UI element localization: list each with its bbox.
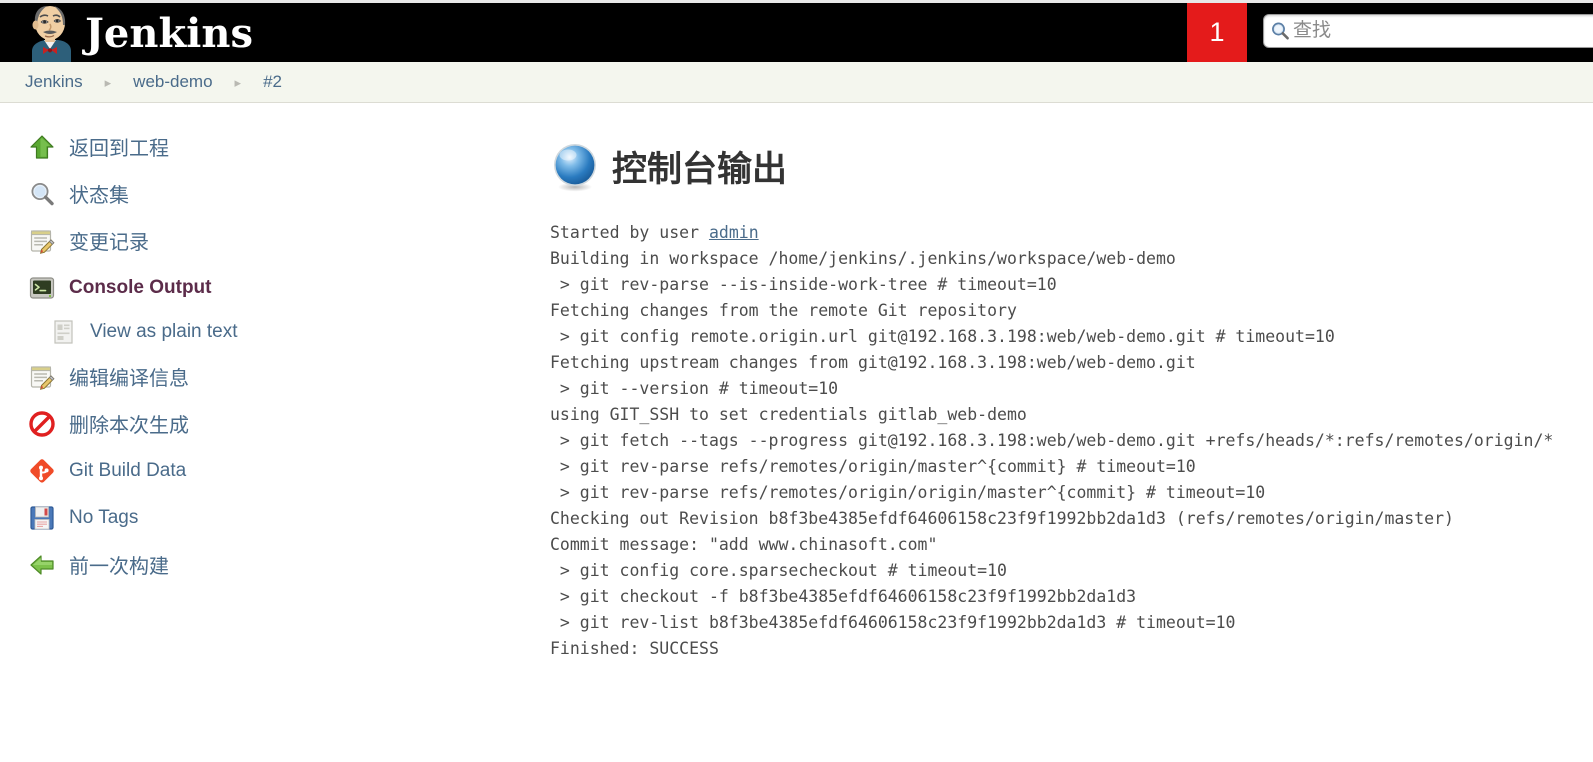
search-box[interactable] bbox=[1263, 14, 1593, 48]
page-heading: 控制台输出 bbox=[550, 141, 1593, 192]
sidebar-item-label: 状态集 bbox=[69, 185, 129, 207]
brand-title: Jenkins bbox=[85, 10, 253, 57]
build-number-badge[interactable]: 1 bbox=[1187, 0, 1247, 62]
floppy-disk-icon bbox=[27, 503, 57, 533]
top-header: Jenkins 1 bbox=[0, 0, 1593, 62]
sidebar-item-label: No Tags bbox=[69, 506, 139, 528]
breadcrumb-item-build-number[interactable]: #2 bbox=[263, 72, 282, 92]
sidebar-item-label: View as plain text bbox=[90, 321, 238, 342]
console-line: Commit message: "add www.chinasoft.com" bbox=[550, 535, 938, 554]
console-line: > git config core.sparsecheckout # timeo… bbox=[550, 561, 1007, 580]
sidebar-item-no-tags[interactable]: No Tags bbox=[0, 494, 550, 541]
user-link[interactable]: admin bbox=[709, 223, 759, 242]
left-arrow-icon bbox=[27, 550, 57, 580]
sidebar-item-git-build-data[interactable]: Git Build Data bbox=[0, 447, 550, 494]
console-line: > git checkout -f b8f3be4385efdf64606158… bbox=[550, 587, 1137, 606]
console-line: > git rev-parse refs/remotes/origin/orig… bbox=[550, 483, 1266, 502]
sidebar-item-label: 变更记录 bbox=[69, 232, 149, 254]
notepad-pencil-icon bbox=[27, 226, 57, 256]
console-output-text: Started by user admin Building in worksp… bbox=[550, 220, 1593, 662]
blue-ball-status-icon bbox=[550, 142, 600, 192]
terminal-icon bbox=[27, 273, 57, 303]
git-icon bbox=[27, 456, 57, 486]
sidebar-item-label: 前一次构建 bbox=[69, 556, 169, 578]
sidebar-item-label: Git Build Data bbox=[69, 459, 187, 481]
jenkins-home-link[interactable]: Jenkins bbox=[24, 0, 253, 62]
console-line: > git --version # timeout=10 bbox=[550, 379, 839, 398]
sidebar: 返回到工程 状态集 变更记录 Console Output View as pl… bbox=[0, 103, 550, 588]
jenkins-butler-icon bbox=[24, 3, 76, 62]
console-line: using GIT_SSH to set credentials gitlab_… bbox=[550, 405, 1027, 424]
sidebar-item-console-output[interactable]: Console Output bbox=[0, 264, 550, 311]
console-line: Building in workspace /home/jenkins/.jen… bbox=[550, 249, 1176, 268]
magnifier-icon bbox=[27, 179, 57, 209]
console-line: > git rev-list b8f3be4385efdf64606158c23… bbox=[550, 613, 1236, 632]
content-area: 控制台输出 Started by user admin Building in … bbox=[550, 103, 1593, 679]
search-icon bbox=[1270, 21, 1290, 41]
console-line: > git fetch --tags --progress git@192.16… bbox=[550, 431, 1554, 450]
breadcrumb-item-web-demo[interactable]: web-demo bbox=[133, 72, 212, 92]
no-entry-icon bbox=[27, 409, 57, 439]
sidebar-item-delete-build[interactable]: 删除本次生成 bbox=[0, 400, 550, 447]
up-arrow-icon bbox=[27, 132, 57, 162]
sidebar-item-label: 删除本次生成 bbox=[69, 415, 189, 437]
console-line-started-by: Started by user admin bbox=[550, 223, 759, 242]
search-container bbox=[1263, 14, 1593, 48]
started-by-prefix: Started by user bbox=[550, 223, 709, 242]
notepad-pencil-icon bbox=[27, 362, 57, 392]
sidebar-item-label: 编辑编译信息 bbox=[69, 368, 189, 390]
header-right-group: 1 bbox=[1187, 0, 1593, 62]
chevron-right-icon: ▸ bbox=[104, 74, 112, 90]
console-line: Fetching upstream changes from git@192.1… bbox=[550, 353, 1196, 372]
console-line: > git config remote.origin.url git@192.1… bbox=[550, 327, 1335, 346]
document-icon bbox=[52, 319, 76, 345]
breadcrumb: Jenkins ▸ web-demo ▸ #2 bbox=[0, 62, 1593, 103]
console-line: Checking out Revision b8f3be4385efdf6460… bbox=[550, 509, 1454, 528]
console-line: > git rev-parse --is-inside-work-tree # … bbox=[550, 275, 1057, 294]
sidebar-item-edit-build-information[interactable]: 编辑编译信息 bbox=[0, 353, 550, 400]
sidebar-item-previous-build[interactable]: 前一次构建 bbox=[0, 541, 550, 588]
sidebar-item-status[interactable]: 状态集 bbox=[0, 170, 550, 217]
sidebar-item-view-as-plain-text[interactable]: View as plain text bbox=[0, 311, 550, 353]
main-layout: 返回到工程 状态集 变更记录 Console Output View as pl… bbox=[0, 103, 1593, 679]
console-line: Fetching changes from the remote Git rep… bbox=[550, 301, 1017, 320]
sidebar-item-back-to-project[interactable]: 返回到工程 bbox=[0, 123, 550, 170]
console-line: > git rev-parse refs/remotes/origin/mast… bbox=[550, 457, 1196, 476]
search-input[interactable] bbox=[1293, 20, 1593, 42]
sidebar-item-changes[interactable]: 变更记录 bbox=[0, 217, 550, 264]
header-hairline bbox=[0, 0, 1593, 3]
chevron-right-icon: ▸ bbox=[234, 74, 242, 90]
sidebar-item-label: Console Output bbox=[69, 276, 212, 298]
sidebar-item-label: 返回到工程 bbox=[69, 138, 169, 160]
breadcrumb-item-jenkins[interactable]: Jenkins bbox=[25, 72, 83, 92]
page-title: 控制台输出 bbox=[612, 150, 788, 190]
console-line-finished: Finished: SUCCESS bbox=[550, 639, 719, 658]
